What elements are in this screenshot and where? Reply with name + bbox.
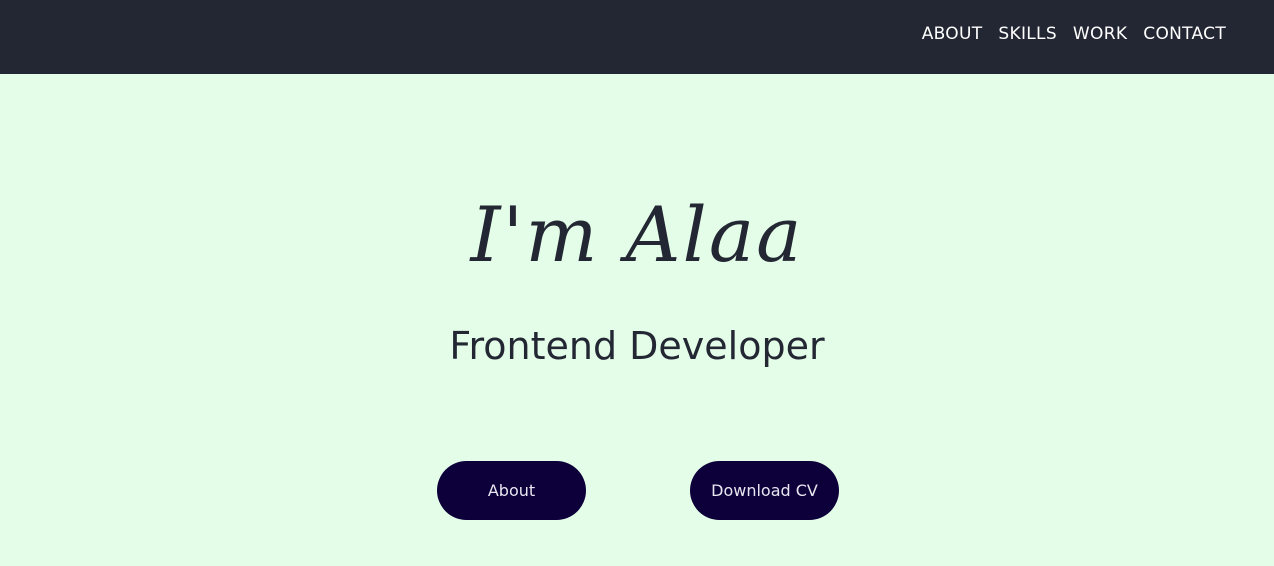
hero-name: I'm Alaa	[470, 190, 804, 279]
navbar: ABOUT SKILLS WORK CONTACT	[0, 0, 1274, 74]
nav-link-work[interactable]: WORK	[1073, 22, 1127, 46]
download-cv-button[interactable]: Download CV	[690, 461, 839, 520]
nav-link-about[interactable]: ABOUT	[922, 22, 983, 46]
about-button[interactable]: About	[437, 461, 586, 520]
nav-link-skills[interactable]: SKILLS	[998, 22, 1057, 46]
nav-link-contact[interactable]: CONTACT	[1143, 22, 1226, 46]
hero-role: Frontend Developer	[449, 324, 825, 368]
nav-links: ABOUT SKILLS WORK CONTACT	[922, 22, 1226, 46]
